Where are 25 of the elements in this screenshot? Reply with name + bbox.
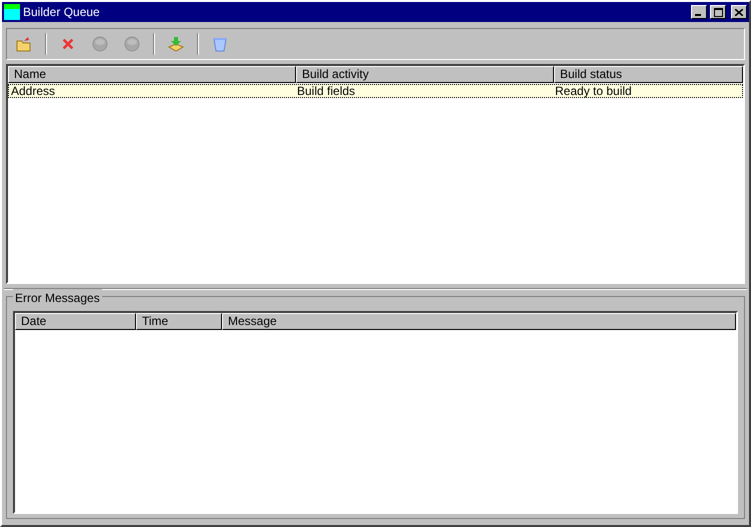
minimize-icon: [695, 14, 703, 16]
bucket-icon: [212, 36, 228, 52]
table-cell-text: Build fields: [296, 85, 356, 97]
maximize-button[interactable]: [710, 5, 726, 19]
column-header[interactable]: Build status: [554, 66, 743, 83]
list-row[interactable]: Address Build fields Ready to build: [8, 84, 743, 98]
window-title: Builder Queue: [23, 4, 101, 21]
column-header[interactable]: Name: [8, 66, 296, 83]
table-cell-text: Address: [10, 85, 56, 97]
circle-icon: [92, 36, 108, 52]
column-header[interactable]: Message: [222, 313, 736, 330]
maximize-icon: [714, 8, 722, 16]
table-cell-text: Ready to build: [554, 85, 633, 97]
close-icon: [61, 37, 75, 51]
close-icon: [735, 8, 743, 16]
folder-icon: [16, 36, 32, 52]
minimize-button[interactable]: [691, 5, 707, 19]
close-button[interactable]: [731, 5, 747, 19]
group-title: Error Messages: [13, 289, 102, 307]
circle-icon: [124, 36, 140, 52]
column-header[interactable]: Build activity: [296, 66, 554, 83]
column-header[interactable]: Date: [15, 313, 136, 330]
app-icon: [4, 4, 20, 20]
download-icon: [168, 36, 184, 52]
column-header[interactable]: Time: [136, 313, 222, 330]
